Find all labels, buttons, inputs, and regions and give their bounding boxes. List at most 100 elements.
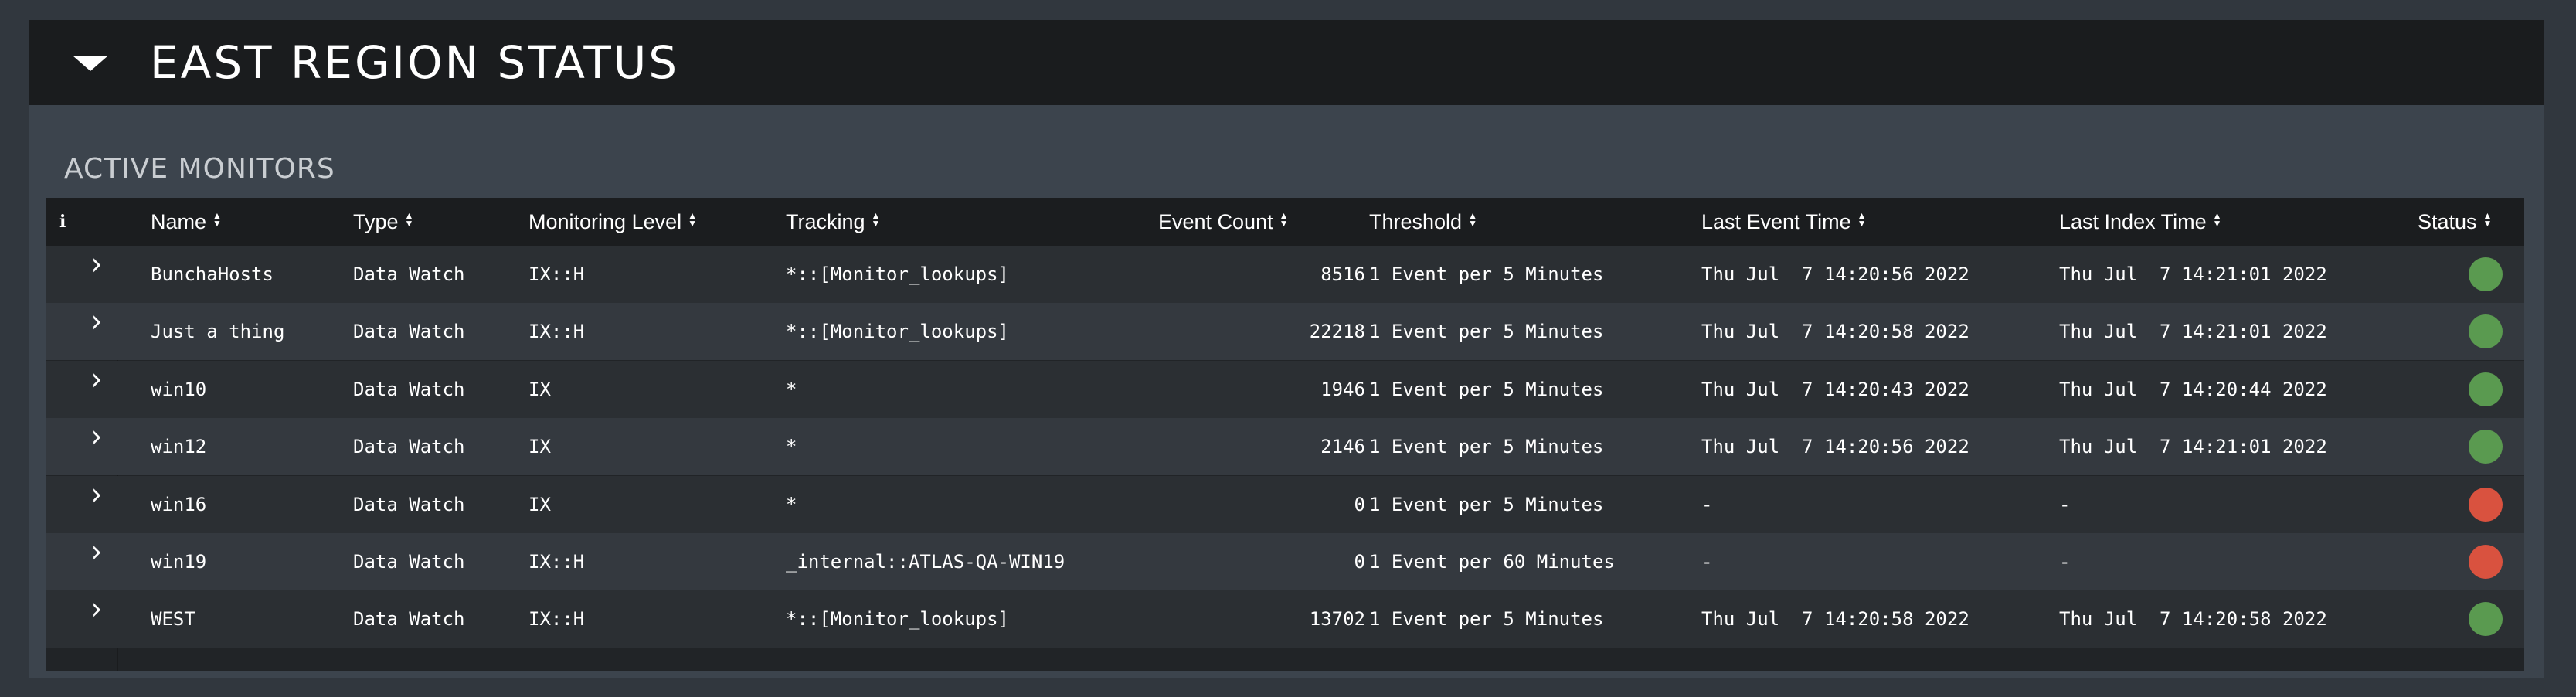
cell-name: win12 — [151, 436, 207, 458]
cell-threshold: 1 Event per 5 Minutes — [1369, 436, 1604, 458]
section-title: ACTIVE MONITORS — [64, 153, 335, 185]
status-indicator — [2469, 257, 2503, 291]
cell-last-index-time: Thu Jul 7 14:21:01 2022 — [2059, 436, 2327, 458]
cell-type: Data Watch — [353, 378, 465, 400]
cell-monitoring-level: IX::H — [528, 608, 585, 631]
chevron-right-icon[interactable]: › — [91, 364, 102, 395]
cell-event-count: 2146 — [1320, 436, 1365, 458]
cell-last-event-time: Thu Jul 7 14:20:56 2022 — [1701, 436, 1969, 458]
east-region-panel: EAST REGION STATUS ACTIVE MONITORS i Nam… — [29, 20, 2544, 678]
col-type-header[interactable]: Type ▲ ▼ — [353, 198, 413, 246]
cell-last-index-time: Thu Jul 7 14:21:01 2022 — [2059, 264, 2327, 285]
cell-monitoring-level: IX — [528, 378, 551, 400]
status-indicator — [2469, 487, 2503, 522]
cell-name: Just a thing — [151, 321, 285, 343]
chevron-right-icon[interactable]: › — [91, 421, 102, 452]
cell-type: Data Watch — [353, 264, 465, 285]
cell-threshold: 1 Event per 5 Minutes — [1369, 321, 1604, 343]
cell-monitoring-level: IX — [528, 493, 551, 515]
chevron-right-icon[interactable]: › — [91, 479, 102, 510]
monitors-table: i Name ▲ ▼ Type ▲ ▼ Monitoring Level ▲ ▼ Tracking… — [46, 198, 2524, 671]
cell-tracking: * — [786, 378, 797, 400]
cell-tracking: *::[Monitor_lookups] — [786, 264, 1009, 285]
sort-icon: ▲ ▼ — [2212, 210, 2222, 229]
cell-name: win16 — [151, 493, 207, 515]
cell-threshold: 1 Event per 5 Minutes — [1369, 264, 1604, 285]
column-label: Last Event Time — [1701, 210, 1851, 233]
col-event-count-header[interactable]: Event Count ▲ ▼ — [1158, 198, 1288, 246]
panel-header: EAST REGION STATUS — [29, 20, 2544, 105]
cell-type: Data Watch — [353, 436, 465, 458]
column-label: Threshold — [1369, 210, 1463, 233]
chevron-right-icon[interactable]: › — [91, 593, 102, 624]
sort-icon: ▲ ▼ — [871, 210, 881, 229]
table-row[interactable]: › BunchaHosts Data Watch IX::H *::[Monitor_l… — [46, 246, 2524, 303]
sort-icon: ▲ ▼ — [1468, 210, 1477, 229]
cell-type: Data Watch — [353, 608, 465, 631]
cell-last-event-time: Thu Jul 7 14:20:58 2022 — [1701, 608, 1969, 631]
cell-monitoring-level: IX — [528, 436, 551, 458]
cell-tracking: *::[Monitor_lookups] — [786, 321, 1009, 343]
cell-monitoring-level: IX::H — [528, 551, 585, 573]
table-row[interactable]: › win16 Data Watch IX * 0 1 Event per 5 Minute… — [46, 475, 2524, 533]
status-indicator — [2469, 545, 2503, 579]
panel-title: EAST REGION STATUS — [150, 36, 680, 89]
column-label: Event Count — [1158, 210, 1273, 233]
cell-event-count: 22218 — [1309, 321, 1365, 343]
info-icon[interactable]: i — [59, 198, 66, 246]
cell-event-count: 0 — [1354, 493, 1365, 515]
sort-icon: ▲ ▼ — [1279, 210, 1289, 229]
cell-event-count: 8516 — [1320, 264, 1365, 285]
sort-icon: ▲ ▼ — [212, 210, 222, 229]
column-label: Monitoring Level — [528, 210, 682, 233]
cell-tracking: * — [786, 493, 797, 515]
cell-monitoring-level: IX::H — [528, 264, 585, 285]
cell-name: BunchaHosts — [151, 264, 274, 285]
cell-last-event-time: Thu Jul 7 14:20:58 2022 — [1701, 321, 1969, 343]
col-last-event-time-header[interactable]: Last Event Time ▲ ▼ — [1701, 198, 1866, 246]
sort-icon: ▲ ▼ — [2483, 210, 2493, 229]
chevron-right-icon[interactable]: › — [91, 306, 102, 337]
sort-icon: ▲ ▼ — [688, 210, 698, 229]
cell-event-count: 13702 — [1309, 608, 1365, 631]
table-row[interactable]: › Just a thing Data Watch IX::H *::[Monitor_… — [46, 303, 2524, 361]
cell-type: Data Watch — [353, 321, 465, 343]
cell-event-count: 0 — [1354, 551, 1365, 573]
chevron-right-icon[interactable]: › — [91, 536, 102, 567]
col-status-header[interactable]: Status ▲ ▼ — [2418, 198, 2492, 246]
sort-icon: ▲ ▼ — [1857, 210, 1867, 229]
cell-tracking: * — [786, 436, 797, 458]
cell-threshold: 1 Event per 5 Minutes — [1369, 378, 1604, 400]
cell-last-index-time: Thu Jul 7 14:20:44 2022 — [2059, 378, 2327, 400]
cell-last-event-time: - — [1701, 551, 1713, 573]
status-indicator — [2469, 372, 2503, 406]
cell-threshold: 1 Event per 60 Minutes — [1369, 551, 1615, 573]
column-label: Status — [2418, 210, 2477, 233]
status-indicator — [2469, 430, 2503, 464]
cell-last-index-time: - — [2059, 551, 2071, 573]
cell-type: Data Watch — [353, 551, 465, 573]
chevron-right-icon[interactable]: › — [91, 249, 102, 280]
table-row[interactable]: › win10 Data Watch IX * 1946 1 Event per 5 Min… — [46, 360, 2524, 418]
sort-icon: ▲ ▼ — [404, 210, 414, 229]
cell-event-count: 1946 — [1320, 378, 1365, 400]
cell-last-event-time: Thu Jul 7 14:20:56 2022 — [1701, 264, 1969, 285]
caret-down-icon[interactable] — [73, 56, 108, 71]
table-row[interactable]: › win12 Data Watch IX * 2146 1 Event per 5 Min… — [46, 418, 2524, 476]
cell-type: Data Watch — [353, 493, 465, 515]
cell-tracking: _internal::ATLAS-QA-WIN19 — [786, 551, 1065, 573]
cell-tracking: *::[Monitor_lookups] — [786, 608, 1009, 631]
cell-name: win10 — [151, 378, 207, 400]
cell-threshold: 1 Event per 5 Minutes — [1369, 493, 1604, 515]
table-row[interactable]: › WEST Data Watch IX::H *::[Monitor_lookups]… — [46, 590, 2524, 648]
col-tracking-header[interactable]: Tracking ▲ ▼ — [786, 198, 880, 246]
col-monitoring-level-header[interactable]: Monitoring Level ▲ ▼ — [528, 198, 697, 246]
col-last-index-time-header[interactable]: Last Index Time ▲ ▼ — [2059, 198, 2222, 246]
column-label: Type — [353, 210, 399, 233]
col-threshold-header[interactable]: Threshold ▲ ▼ — [1369, 198, 1477, 246]
table-row[interactable]: › win19 Data Watch IX::H _internal::ATLAS-QA… — [46, 533, 2524, 590]
status-indicator — [2469, 602, 2503, 637]
col-name-header[interactable]: Name ▲ ▼ — [151, 198, 222, 246]
column-label: Last Index Time — [2059, 210, 2207, 233]
cell-last-index-time: Thu Jul 7 14:20:58 2022 — [2059, 608, 2327, 631]
